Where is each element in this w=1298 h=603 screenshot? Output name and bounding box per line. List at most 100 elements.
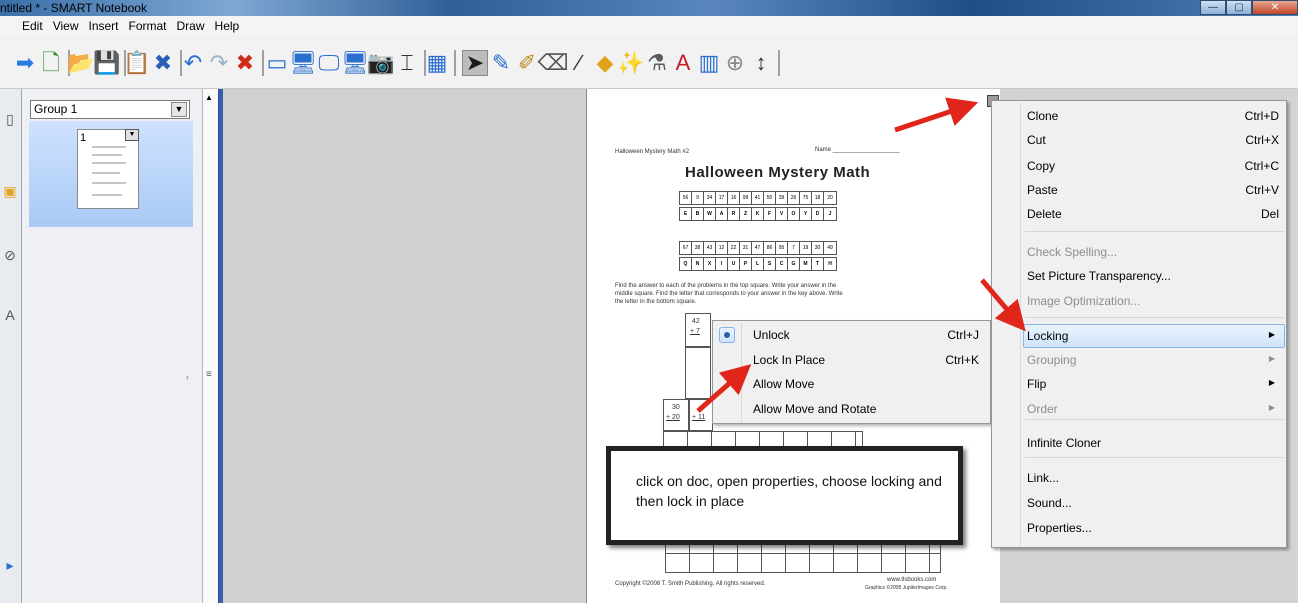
- gallery-tab-icon[interactable]: ▣: [2, 183, 18, 203]
- select-icon[interactable]: ➤: [462, 50, 488, 76]
- thumbnail-line: [92, 194, 122, 196]
- key-cell: 56: [680, 192, 692, 204]
- page-sorter-tab-icon[interactable]: ▯: [2, 111, 18, 131]
- scroll-grip-icon[interactable]: ≡: [206, 369, 212, 380]
- worksheet-title: Halloween Mystery Math: [685, 164, 871, 181]
- menu-format[interactable]: Format: [129, 19, 167, 33]
- full-screen-icon[interactable]: 🖥: [289, 50, 317, 76]
- fill-icon[interactable]: ⚗: [644, 50, 670, 76]
- menu-item-set-picture-transparency[interactable]: Set Picture Transparency...: [1027, 269, 1281, 283]
- menu-help[interactable]: Help: [215, 19, 240, 33]
- key-cell: F: [764, 208, 776, 220]
- resize-grip-icon[interactable]: ‹: [186, 372, 189, 382]
- problem-box: + 11: [689, 399, 713, 431]
- menu-draw[interactable]: Draw: [177, 19, 205, 33]
- copyright-text: Copyright ©2008 T. Smith Publishing. All…: [615, 581, 766, 587]
- sorter-scrollbar[interactable]: ▲ ≡: [202, 89, 219, 603]
- pen-icon[interactable]: ✎: [488, 50, 514, 76]
- eraser-icon[interactable]: ⌫: [537, 50, 568, 76]
- menu-item-cut[interactable]: Cut Ctrl+X: [1027, 133, 1281, 147]
- menu-item-grouping[interactable]: Grouping ▶: [1027, 353, 1281, 367]
- delete-page-icon[interactable]: ✖: [150, 50, 176, 76]
- key-cell: Y: [800, 208, 812, 220]
- submenu-item-shortcut: Ctrl+K: [945, 353, 979, 367]
- creative-pen-icon[interactable]: ✐: [514, 50, 540, 76]
- submenu-item-allow-move-and-rotate[interactable]: Allow Move and Rotate: [753, 402, 983, 416]
- paste-icon[interactable]: 📋: [123, 50, 150, 76]
- menu-item-check-spelling[interactable]: Check Spelling...: [1027, 245, 1281, 259]
- page-thumbnail[interactable]: 1 ▼: [77, 129, 139, 209]
- key-grid-2-letters: QNXIUPLSCGMTH: [679, 257, 837, 271]
- delete-icon[interactable]: ✖: [232, 50, 258, 76]
- page-sorter: Group 1 ▼ 1 ▼ ‹: [22, 89, 202, 603]
- properties-tab-icon[interactable]: A: [2, 307, 18, 327]
- menu-item-flip[interactable]: Flip ▶: [1027, 377, 1281, 391]
- menu-item-infinite-cloner[interactable]: Infinite Cloner: [1027, 436, 1281, 450]
- menu-item-link[interactable]: Link...: [1027, 471, 1281, 485]
- undo-icon[interactable]: ↶: [180, 50, 206, 76]
- scroll-up-icon[interactable]: ▲: [205, 93, 213, 102]
- shapes-icon[interactable]: ◆: [592, 50, 618, 76]
- page-thumbnail-selected[interactable]: 1 ▼: [29, 121, 193, 227]
- menu-item-copy[interactable]: Copy Ctrl+C: [1027, 159, 1281, 173]
- next-page-icon[interactable]: ➡: [12, 50, 38, 76]
- menu-item-paste[interactable]: Paste Ctrl+V: [1027, 183, 1281, 197]
- add-page-icon[interactable]: 🗋: [38, 50, 64, 76]
- menu-item-delete[interactable]: Delete Del: [1027, 207, 1281, 221]
- screen-shade-icon[interactable]: ▭: [264, 50, 290, 76]
- attachments-tab-icon[interactable]: ⊘: [2, 247, 18, 267]
- menu-item-label: Grouping: [1027, 353, 1077, 367]
- menu-item-shortcut: Ctrl+C: [1244, 159, 1279, 173]
- menu-item-locking[interactable]: Locking ▶: [1027, 329, 1281, 343]
- menu-item-label: Check Spelling...: [1027, 245, 1118, 259]
- menu-item-properties[interactable]: Properties...: [1027, 521, 1281, 535]
- key-cell: V: [776, 208, 788, 220]
- submenu-item-label: Allow Move: [753, 377, 815, 391]
- save-icon[interactable]: 💾: [93, 50, 120, 76]
- submenu-item-allow-move[interactable]: Allow Move: [753, 377, 983, 391]
- menu-gutter: [741, 323, 742, 423]
- thumbnail-menu-icon[interactable]: ▼: [125, 129, 139, 141]
- menu-insert[interactable]: Insert: [88, 19, 118, 33]
- properties-icon[interactable]: ▥: [696, 50, 722, 76]
- menu-item-label: Link...: [1027, 471, 1060, 485]
- text-icon[interactable]: A: [670, 50, 696, 76]
- toolbar-arrows-icon[interactable]: ↕: [748, 50, 774, 76]
- answer-row: [663, 431, 863, 447]
- menu-item-label: Flip: [1027, 377, 1047, 391]
- submenu-item-unlock[interactable]: Unlock Ctrl+J: [753, 328, 983, 342]
- minimize-button[interactable]: —: [1200, 0, 1226, 15]
- screen-capture-icon[interactable]: 📷: [367, 50, 394, 76]
- open-file-icon[interactable]: 📂: [67, 50, 94, 76]
- key-cell: 75: [800, 192, 812, 204]
- magic-pen-icon[interactable]: ✨: [617, 50, 644, 76]
- menu-item-image-optimization[interactable]: Image Optimization...: [1027, 294, 1281, 308]
- menu-view[interactable]: View: [53, 19, 79, 33]
- toolbar-separator: [778, 50, 780, 76]
- table-icon[interactable]: ▦: [424, 50, 450, 76]
- dual-page-icon[interactable]: 🖥: [341, 50, 369, 76]
- key-cell: 19: [800, 242, 812, 254]
- key-cell: C: [776, 258, 788, 270]
- key-cell: 41: [752, 192, 764, 204]
- submenu-item-lock-in-place[interactable]: Lock In Place Ctrl+K: [753, 353, 983, 367]
- maximize-button[interactable]: ▢: [1226, 0, 1252, 15]
- key-cell: 47: [752, 242, 764, 254]
- document-camera-icon[interactable]: ⌶: [394, 50, 420, 76]
- line-icon[interactable]: ∕: [566, 50, 592, 76]
- menu-edit[interactable]: Edit: [22, 19, 43, 33]
- submenu-item-label: Allow Move and Rotate: [753, 402, 877, 416]
- redo-icon[interactable]: ↷: [206, 50, 232, 76]
- menu-item-clone[interactable]: Clone Ctrl+D: [1027, 109, 1281, 123]
- collapse-tab-icon[interactable]: ▸: [2, 557, 18, 577]
- key-cell: M: [800, 258, 812, 270]
- group-dropdown[interactable]: Group 1 ▼: [30, 100, 190, 119]
- transparent-bg-icon[interactable]: 🖵: [316, 50, 342, 76]
- chevron-down-icon[interactable]: ▼: [171, 102, 187, 117]
- submenu-arrow-icon: ▶: [1268, 330, 1275, 339]
- menu-item-order[interactable]: Order ▶: [1027, 402, 1281, 416]
- menu-item-sound[interactable]: Sound...: [1027, 496, 1281, 510]
- window-title: ntitled * - SMART Notebook: [0, 1, 147, 15]
- move-toolbar-icon[interactable]: ⊕: [722, 50, 748, 76]
- close-button[interactable]: ✕: [1252, 0, 1298, 15]
